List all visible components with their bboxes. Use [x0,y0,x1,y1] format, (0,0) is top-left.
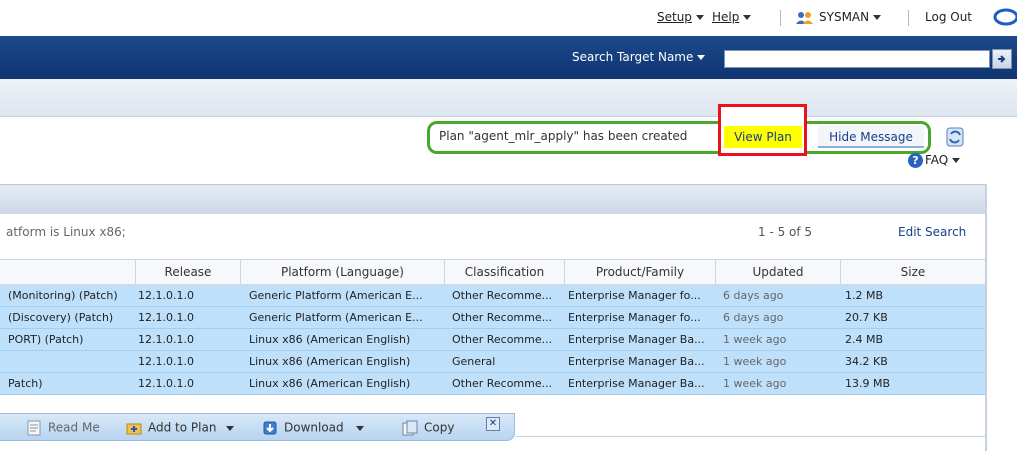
cell-classification: Other Recomme... [452,289,553,302]
user-name: SYSMAN [819,10,870,24]
cell-platform: Linux x86 (American English) [249,377,411,390]
logout-link[interactable]: Log Out [925,10,972,24]
cell-release: 12.1.0.1.0 [138,333,194,346]
cell-platform: Generic Platform (American E... [249,289,423,302]
patch-results-table: Release Platform (Language) Classificati… [0,259,985,395]
cell-name[interactable] [8,351,136,372]
cell-size: 13.9 MB [845,377,891,390]
column-header-name[interactable] [0,260,136,285]
read-me-icon [27,420,41,436]
setup-label: Setup [657,10,692,24]
column-header-size[interactable]: Size [841,260,985,285]
cell-platform: Linux x86 (American English) [249,355,411,368]
copy-button[interactable]: Copy [402,420,454,436]
divider [780,10,781,26]
table-header: Release Platform (Language) Classificati… [0,259,985,285]
divider [515,436,985,437]
search-target-dropdown[interactable]: Search Target Name [572,50,706,64]
chevron-down-icon [697,55,706,60]
chevron-down-icon [873,15,882,20]
cell-updated: 1 week ago [723,333,787,346]
cell-product: Enterprise Manager fo... [568,289,701,302]
user-menu[interactable]: SYSMAN [795,10,882,25]
user-icon [796,11,813,24]
copy-icon [402,420,418,436]
search-target-label: Search Target Name [572,50,694,64]
read-me-label: Read Me [48,420,100,435]
chevron-down-icon[interactable] [355,425,364,431]
cell-platform: Generic Platform (American E... [249,311,423,324]
search-go-button[interactable] [992,49,1012,69]
cell-classification: Other Recomme... [452,377,553,390]
cell-name[interactable]: (Discovery) (Patch) [8,307,136,328]
faq-label: FAQ [925,153,949,167]
faq-menu[interactable]: ? FAQ [908,153,961,168]
cell-name[interactable]: Patch) [8,373,136,394]
cell-size: 2.4 MB [845,333,884,346]
refresh-icon[interactable] [944,126,966,148]
cell-product: Enterprise Manager Ba... [568,355,705,368]
chevron-down-icon [743,15,752,20]
chevron-down-icon [952,158,961,163]
help-icon: ? [908,153,923,168]
cell-name[interactable]: (Monitoring) (Patch) [8,285,136,306]
help-menu[interactable]: Help [712,10,752,24]
cell-updated: 6 days ago [723,289,784,302]
chevron-down-icon [695,15,704,20]
table-row[interactable]: Patch) 12.1.0.1.0 Linux x86 (American En… [0,373,985,395]
oracle-logo-icon [993,8,1017,26]
setup-menu[interactable]: Setup [657,10,704,24]
cell-platform: Linux x86 (American English) [249,333,411,346]
column-header-platform[interactable]: Platform (Language) [241,260,445,285]
column-header-updated[interactable]: Updated [716,260,841,285]
column-header-product[interactable]: Product/Family [565,260,716,285]
add-to-plan-button[interactable]: Add to Plan [126,420,235,436]
table-row[interactable]: PORT) (Patch) 12.1.0.1.0 Linux x86 (Amer… [0,329,985,351]
table-row[interactable]: 12.1.0.1.0 Linux x86 (American English) … [0,351,985,373]
result-count: 1 - 5 of 5 [758,225,813,239]
cell-product: Enterprise Manager Ba... [568,333,705,346]
panel-border [985,184,987,451]
cell-classification: General [452,355,496,368]
cell-updated: 6 days ago [723,311,784,324]
close-icon[interactable]: ✕ [486,417,500,431]
search-go-icon [998,55,1006,63]
column-header-release[interactable]: Release [136,260,241,285]
add-to-plan-icon [126,423,142,435]
cell-release: 12.1.0.1.0 [138,377,194,390]
divider [908,10,909,26]
copy-label: Copy [424,420,455,435]
search-input[interactable] [724,50,990,68]
cell-size: 20.7 KB [845,311,888,324]
chevron-down-icon[interactable] [226,425,235,431]
read-me-button[interactable]: Read Me [26,420,100,436]
view-plan-button[interactable]: View Plan [724,126,802,148]
add-to-plan-label: Add to Plan [148,420,217,435]
download-label: Download [284,420,344,435]
cell-release: 12.1.0.1.0 [138,289,194,302]
cell-product: Enterprise Manager Ba... [568,377,705,390]
download-icon [263,421,277,435]
results-panel-header [0,184,985,214]
cell-updated: 1 week ago [723,377,787,390]
edit-search-link[interactable]: Edit Search [898,225,966,239]
cell-size: 34.2 KB [845,355,888,368]
column-header-classification[interactable]: Classification [445,260,565,285]
download-button[interactable]: Download [262,420,364,436]
hide-message-button[interactable]: Hide Message [818,126,924,148]
table-row[interactable]: (Discovery) (Patch) 12.1.0.1.0 Generic P… [0,307,985,329]
sub-header-bar [0,79,1017,117]
table-row[interactable]: (Monitoring) (Patch) 12.1.0.1.0 Generic … [0,285,985,307]
cell-release: 12.1.0.1.0 [138,311,194,324]
cell-classification: Other Recomme... [452,333,553,346]
help-label: Help [712,10,740,24]
search-criteria: atform is Linux x86; [6,225,126,239]
cell-product: Enterprise Manager fo... [568,311,701,324]
confirmation-text: Plan "agent_mlr_apply" has been created [439,129,688,143]
cell-updated: 1 week ago [723,355,787,368]
cell-name[interactable]: PORT) (Patch) [8,329,136,350]
cell-release: 12.1.0.1.0 [138,355,194,368]
cell-size: 1.2 MB [845,289,884,302]
cell-classification: Other Recomme... [452,311,553,324]
